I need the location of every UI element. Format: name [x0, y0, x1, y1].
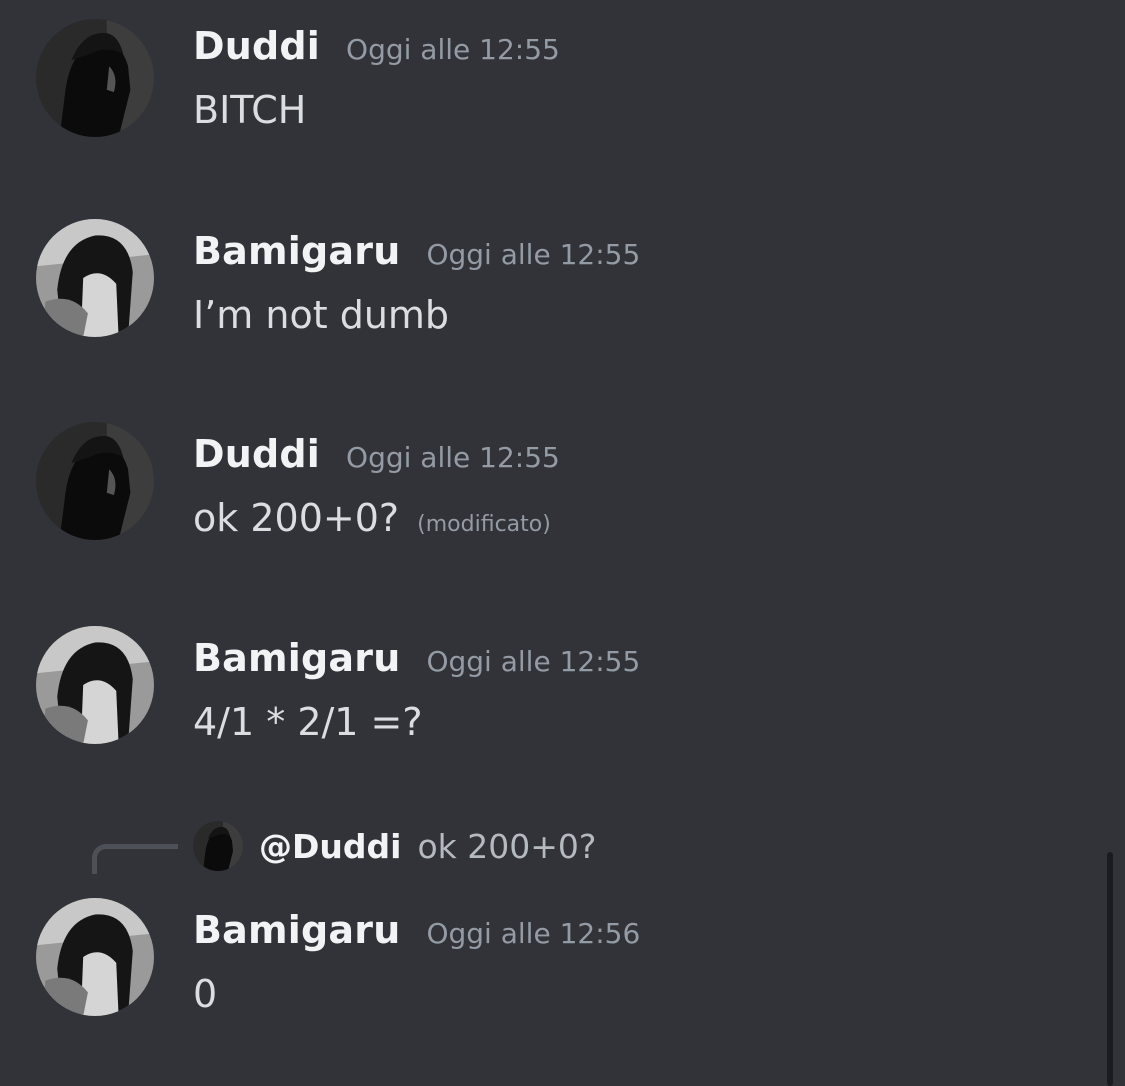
duddi-avatar[interactable]	[36, 422, 154, 540]
message-content: BITCH	[193, 88, 307, 132]
reply-author[interactable]: @Duddi	[259, 827, 401, 866]
reply-text[interactable]: ok 200+0?	[417, 827, 596, 866]
reply-spine	[92, 844, 178, 874]
message-content: 4/1 * 2/1 =?	[193, 700, 423, 744]
username[interactable]: Bamigaru	[193, 636, 400, 680]
timestamp: Oggi alle 12:55	[426, 645, 641, 678]
reply-reference[interactable]: @Duddi ok 200+0?	[193, 818, 596, 874]
message-content: I’m not dumb	[193, 293, 450, 337]
message-content: 0	[193, 972, 218, 1016]
bamigaru-avatar[interactable]	[36, 219, 154, 337]
message-text: ok 200+0?	[193, 496, 400, 540]
duddi-avatar	[193, 821, 243, 871]
username[interactable]: Bamigaru	[193, 229, 400, 273]
scrollbar[interactable]	[1107, 852, 1113, 1086]
message-header: Duddi Oggi alle 12:55	[193, 24, 560, 68]
timestamp: Oggi alle 12:55	[346, 33, 560, 66]
username[interactable]: Bamigaru	[193, 908, 400, 952]
duddi-avatar[interactable]	[36, 19, 154, 137]
message-header: Bamigaru Oggi alle 12:55	[193, 636, 640, 680]
message-header: Bamigaru Oggi alle 12:55	[193, 229, 640, 273]
username[interactable]: Duddi	[193, 432, 320, 476]
username[interactable]: Duddi	[193, 24, 320, 68]
timestamp: Oggi alle 12:56	[426, 917, 641, 950]
bamigaru-avatar[interactable]	[36, 898, 154, 1016]
bamigaru-avatar[interactable]	[36, 626, 154, 744]
message-header: Bamigaru Oggi alle 12:56	[193, 908, 640, 952]
message-content: ok 200+0? (modificato)	[193, 496, 551, 540]
timestamp: Oggi alle 12:55	[426, 238, 641, 271]
message-header: Duddi Oggi alle 12:55	[193, 432, 560, 476]
edited-label: (modificato)	[417, 512, 551, 537]
timestamp: Oggi alle 12:55	[346, 441, 560, 474]
